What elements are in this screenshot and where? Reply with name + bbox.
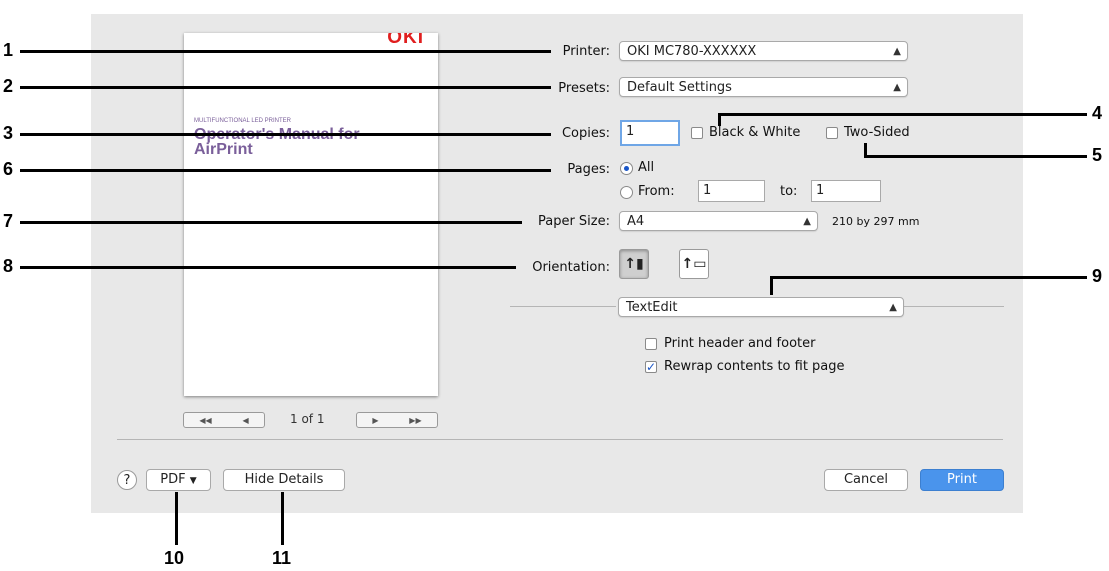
pages-to-label: to:: [780, 184, 798, 199]
updown-arrows-icon: ▲: [889, 302, 897, 313]
pages-from-field[interactable]: 1: [698, 180, 765, 202]
callout-line-2: [20, 86, 551, 89]
paper-size-popup[interactable]: A4 ▲: [619, 211, 818, 231]
callout-8: 8: [3, 256, 14, 276]
landscape-orientation-button[interactable]: ↑▭: [679, 249, 709, 279]
rewrap-label: Rewrap contents to fit page: [664, 359, 845, 374]
callout-10: 10: [164, 548, 185, 568]
callout-line-9: [770, 276, 1087, 279]
page-indicator: 1 of 1: [290, 412, 325, 426]
cancel-button[interactable]: Cancel: [824, 469, 908, 491]
preview-title: Operator's Manual for AirPrint: [194, 127, 360, 158]
next-page-icon[interactable]: ▶: [372, 416, 378, 425]
previous-page-icon[interactable]: ◀: [242, 416, 248, 425]
callout-line-5: [864, 155, 1087, 158]
last-page-icon[interactable]: ▶▶: [409, 416, 421, 425]
copies-field[interactable]: 1: [620, 120, 680, 146]
first-page-icon[interactable]: ◀◀: [199, 416, 211, 425]
presets-value: Default Settings: [627, 80, 732, 95]
pdf-menu-button[interactable]: PDF ▼: [146, 469, 211, 491]
pages-from-label: From:: [638, 184, 675, 199]
callout-2: 2: [3, 76, 14, 96]
print-button[interactable]: Print: [920, 469, 1004, 491]
callout-1: 1: [3, 40, 14, 60]
callout-line-7: [20, 221, 522, 224]
checkmark-icon: ✓: [646, 360, 657, 374]
callout-line-8: [20, 266, 516, 269]
callout-7: 7: [3, 211, 14, 231]
pages-all-label: All: [638, 160, 655, 175]
callout-11: 11: [272, 548, 292, 568]
app-options-value: TextEdit: [626, 300, 678, 315]
two-sided-label: Two-Sided: [844, 125, 910, 140]
callout-5: 5: [1092, 145, 1103, 165]
oki-logo: OKI: [387, 33, 424, 48]
landscape-icon: ↑▭: [681, 256, 707, 272]
rewrap-checkbox[interactable]: ✓: [645, 361, 657, 373]
callout-line-6: [20, 169, 551, 172]
app-options-popup[interactable]: TextEdit ▲: [618, 297, 904, 317]
pager-back-buttons[interactable]: ◀◀ ◀: [183, 412, 265, 428]
header-footer-checkbox[interactable]: [645, 338, 657, 350]
paper-size-label: Paper Size:: [537, 214, 610, 229]
printer-popup[interactable]: OKI MC780-XXXXXX ▲: [619, 41, 908, 61]
portrait-icon: ↑▮: [624, 256, 644, 272]
dropdown-arrow-icon: ▼: [189, 476, 197, 486]
pages-all-radio[interactable]: [620, 162, 633, 175]
callout-9: 9: [1092, 266, 1103, 286]
paper-size-dimensions: 210 by 297 mm: [832, 215, 920, 228]
callout-line-10: [175, 492, 178, 545]
section-separator-left: [510, 306, 616, 307]
callout-line-4-vertical: [718, 115, 721, 126]
updown-arrows-icon: ▲: [893, 82, 901, 93]
two-sided-checkbox[interactable]: [826, 127, 838, 139]
header-footer-label: Print header and footer: [664, 336, 816, 351]
callout-line-11: [281, 492, 284, 545]
pages-from-radio[interactable]: [620, 186, 633, 199]
portrait-orientation-button[interactable]: ↑▮: [619, 249, 649, 279]
pdf-label: PDF: [160, 472, 186, 487]
callout-6: 6: [3, 159, 14, 179]
footer-separator: [117, 439, 1003, 440]
callout-line-4: [718, 113, 1087, 116]
callout-4: 4: [1092, 103, 1103, 123]
printer-value: OKI MC780-XXXXXX: [627, 44, 757, 59]
orientation-label: Orientation:: [532, 260, 610, 275]
help-button[interactable]: ?: [117, 470, 137, 490]
callout-line-1: [20, 50, 551, 53]
preview-title-line2: AirPrint: [194, 141, 253, 158]
callout-line-9-vertical: [770, 278, 773, 295]
updown-arrows-icon: ▲: [893, 46, 901, 57]
preview-subtitle: MULTIFUNCTIONAL LED PRINTER: [194, 118, 292, 124]
presets-popup[interactable]: Default Settings ▲: [619, 77, 908, 97]
black-white-label: Black & White: [709, 125, 801, 140]
section-separator-right: [904, 306, 1004, 307]
paper-size-value: A4: [627, 214, 645, 229]
pages-to-field[interactable]: 1: [811, 180, 881, 202]
black-white-checkbox[interactable]: [691, 127, 703, 139]
pager-forward-buttons[interactable]: ▶ ▶▶: [356, 412, 438, 428]
hide-details-button[interactable]: Hide Details: [223, 469, 345, 491]
updown-arrows-icon: ▲: [803, 216, 811, 227]
callout-3: 3: [3, 123, 14, 143]
callout-line-3: [20, 133, 551, 136]
